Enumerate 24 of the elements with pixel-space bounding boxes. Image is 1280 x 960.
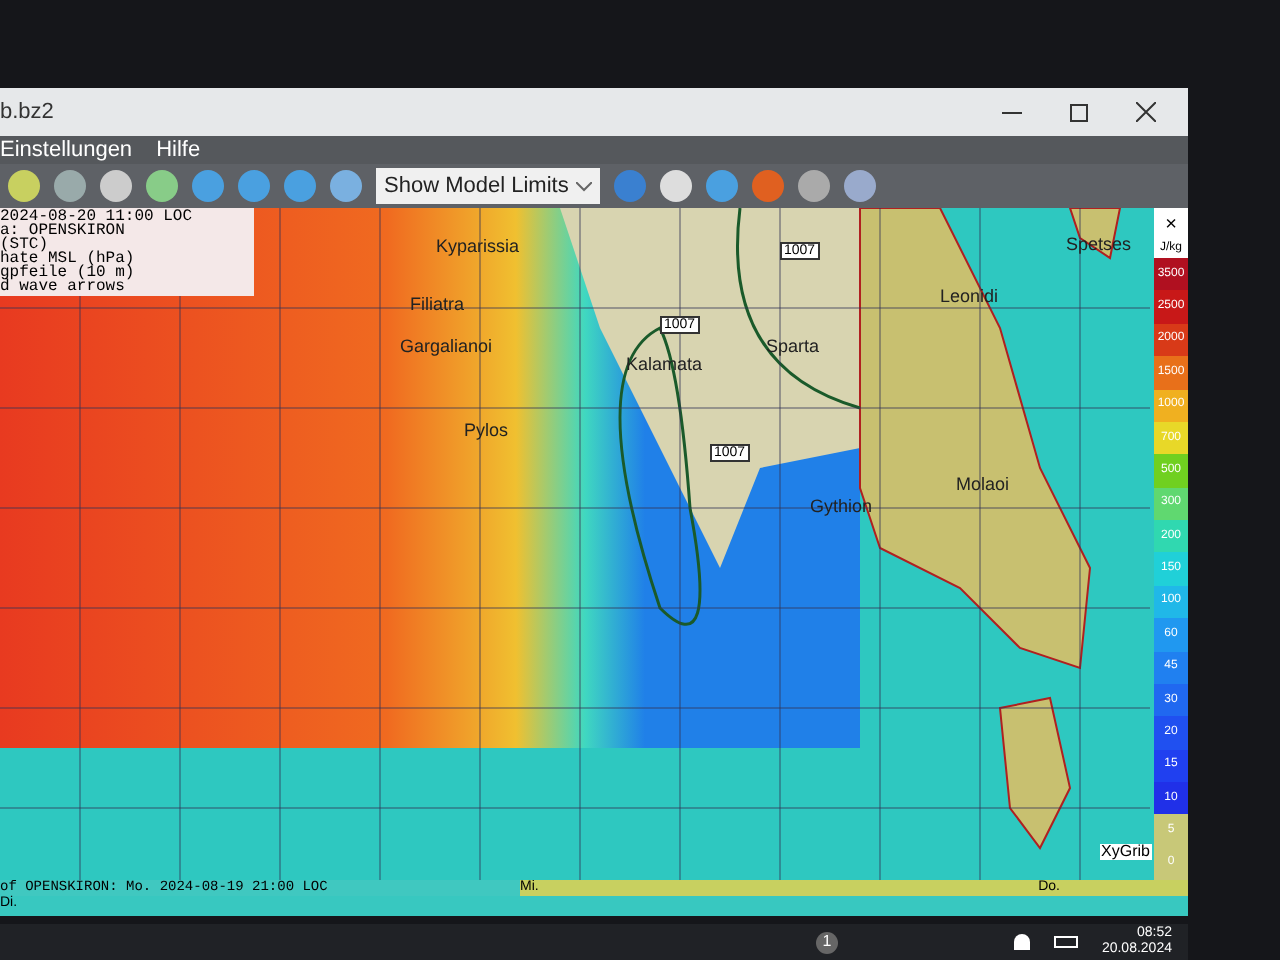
info-line: 2024-08-20 11:00 LOC xyxy=(0,210,195,224)
caret-icon xyxy=(576,181,593,191)
info-line: d wave arrows xyxy=(0,280,125,294)
maximize-icon[interactable] xyxy=(1070,103,1088,121)
place-label: Molaoi xyxy=(956,472,1010,498)
info-line: a: OPENSKIRON xyxy=(0,224,127,238)
info-line: gpfeile (10 m) xyxy=(0,266,137,280)
info-line: (STC) xyxy=(0,238,49,252)
place-label: Kyparissia xyxy=(436,234,520,260)
close-icon[interactable] xyxy=(1136,102,1156,122)
place-label: Pylos xyxy=(464,418,509,444)
info-line: hate MSL (hPa) xyxy=(0,252,137,266)
menu-item[interactable]: Einstellungen xyxy=(0,133,133,167)
legend-close-button[interactable]: × xyxy=(1154,208,1188,240)
place-label: Sparta xyxy=(766,334,820,360)
window-title: b.bz2 xyxy=(0,97,56,128)
place-label: Gargalianoi xyxy=(400,334,493,360)
battery-icon[interactable] xyxy=(1053,936,1078,948)
model-limits-dropdown[interactable]: Show Model Limits xyxy=(376,168,601,204)
notification-badge[interactable]: 1 xyxy=(816,931,838,953)
place-label: Filiatra xyxy=(410,292,465,318)
credit-label: XyGrib xyxy=(1099,844,1152,860)
menu-item[interactable]: Hilfe xyxy=(156,133,201,167)
minimize-icon[interactable] xyxy=(1002,111,1022,113)
